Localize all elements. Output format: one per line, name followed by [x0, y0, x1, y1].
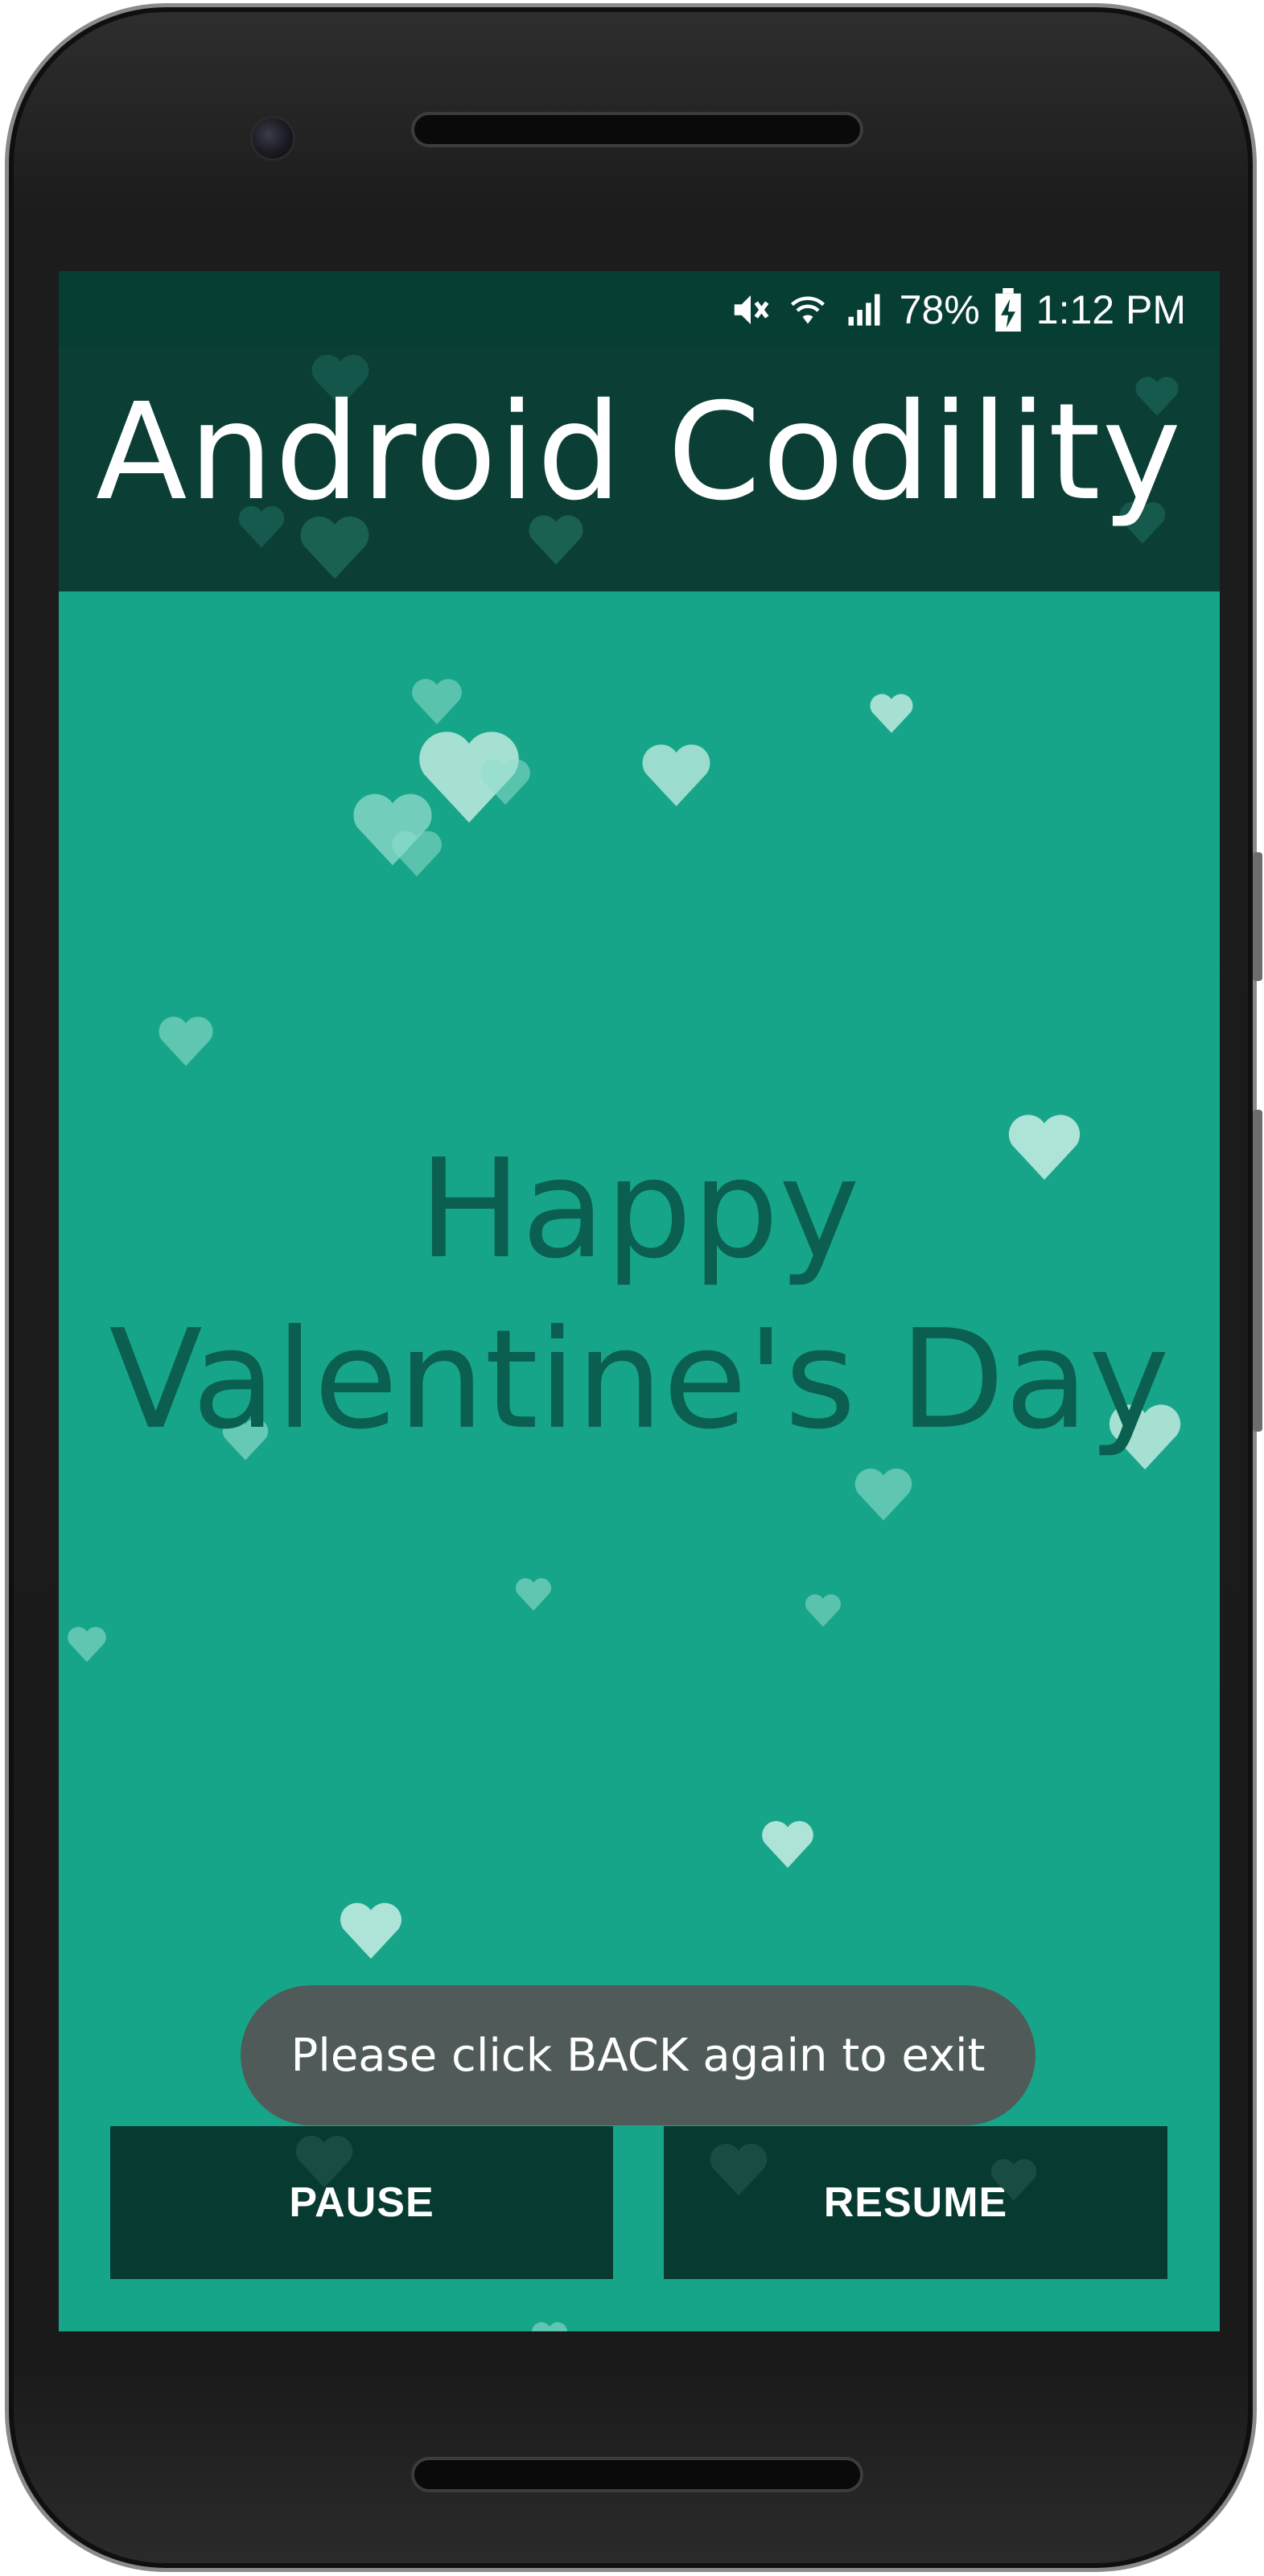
heart-icon	[710, 2143, 768, 2196]
phone-frame: 78% 1:12 PM Android Codility Happy Valen…	[5, 3, 1262, 2572]
front-camera	[250, 116, 295, 161]
signal-icon	[843, 289, 885, 331]
heart-icon	[68, 1626, 106, 1663]
heart-icon	[340, 1902, 401, 1959]
mute-icon	[729, 288, 772, 332]
resume-button-label: RESUME	[823, 2179, 1008, 2226]
toast-message: Please click BACK again to exit	[290, 2029, 986, 2082]
status-icons: 78% 1:12 PM	[729, 286, 1186, 334]
bottom-speaker-grille	[411, 2457, 863, 2492]
status-bar: 78% 1:12 PM	[59, 271, 1220, 348]
app-title: Android Codility	[95, 375, 1184, 530]
heart-icon	[480, 759, 530, 806]
clock: 1:12 PM	[1035, 287, 1186, 332]
device-screen: 78% 1:12 PM Android Codility Happy Valen…	[59, 271, 1220, 2331]
battery-charging-icon	[994, 288, 1022, 332]
wifi-icon	[787, 289, 829, 331]
top-speaker-grille	[411, 112, 863, 147]
heart-icon	[642, 744, 710, 806]
pause-button[interactable]: PAUSE	[110, 2126, 613, 2279]
heart-icon	[295, 2135, 353, 2188]
heart-icon	[515, 1578, 552, 1611]
heart-icon	[805, 1594, 842, 1627]
power-button	[1253, 852, 1262, 981]
exit-toast: Please click BACK again to exit	[241, 1985, 1035, 2125]
app-bar: Android Codility	[59, 348, 1220, 591]
heart-icon	[854, 1468, 912, 1521]
heart-icon	[531, 2322, 568, 2331]
heart-icon	[870, 694, 913, 733]
heart-icon	[412, 678, 462, 725]
heart-icon	[762, 1820, 813, 1868]
heart-icon	[159, 1016, 213, 1066]
heart-icon	[392, 831, 442, 877]
heart-icon	[990, 2158, 1037, 2201]
valentine-greeting: Happy Valentine's Day	[109, 1130, 1170, 1460]
battery-percent: 78%	[899, 287, 980, 332]
volume-rocker	[1253, 1110, 1262, 1432]
